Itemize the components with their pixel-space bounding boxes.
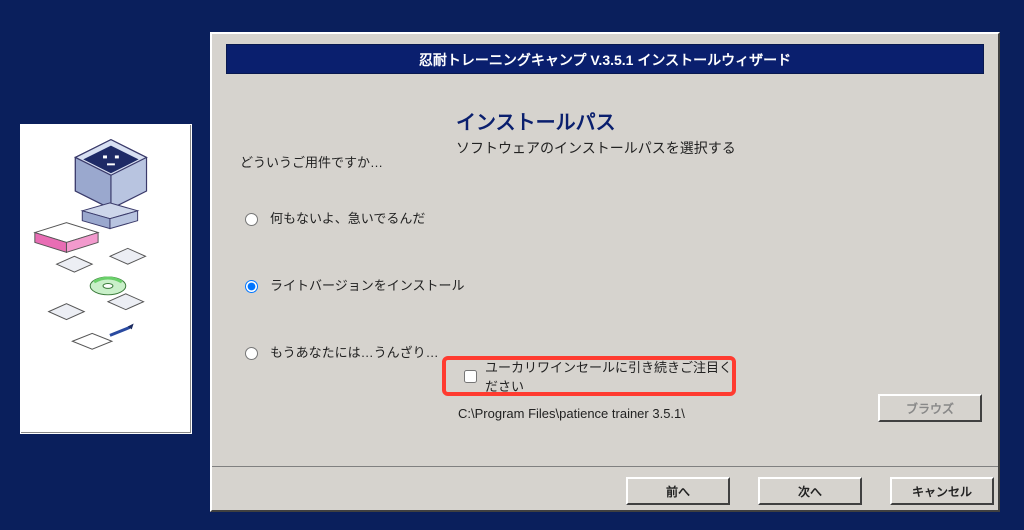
option-nothing-radio[interactable]: [245, 213, 258, 226]
sidebar-illustration: [20, 124, 192, 434]
page-subheading: ソフトウェアのインストールパスを選択する: [456, 138, 736, 158]
prompt-text: どういうご用件ですか…: [240, 152, 383, 171]
wizard-button-bar: 前へ 次へ キャンセル: [212, 466, 998, 510]
wizard-titlebar: 忍耐トレーニングキャンプ V.3.5.1 インストールウィザード: [226, 44, 984, 74]
option-lite-radio[interactable]: [245, 280, 258, 293]
option-label: 何もないよ、急いでるんだ: [270, 208, 425, 227]
browse-button: ブラウズ: [878, 394, 982, 422]
option-label: もうあなたには…うんざり…: [270, 342, 439, 361]
option-label: ライトバージョンをインストール: [270, 275, 464, 294]
wizard-content: インストールパス ソフトウェアのインストールパスを選択する どういうご用件ですか…: [226, 96, 984, 456]
install-path-text: C:\Program Files\patience trainer 3.5.1\: [458, 406, 685, 421]
highlighted-checkbox-area: ユーカリワインセールに引き続きご注目ください: [442, 356, 736, 396]
promo-checkbox-label: ユーカリワインセールに引き続きご注目ください: [485, 357, 732, 395]
promo-checkbox[interactable]: [464, 370, 477, 383]
option-lite[interactable]: ライトバージョンをインストール: [240, 275, 520, 294]
next-button[interactable]: 次へ: [758, 477, 862, 505]
option-fedup-radio[interactable]: [245, 347, 258, 360]
computer-clipart-icon: [21, 125, 191, 433]
installer-wizard-window: 忍耐トレーニングキャンプ V.3.5.1 インストールウィザード インストールパ…: [210, 32, 1000, 512]
option-nothing[interactable]: 何もないよ、急いでるんだ: [240, 208, 520, 227]
page-heading: インストールパス: [456, 106, 616, 135]
cancel-button[interactable]: キャンセル: [890, 477, 994, 505]
back-button[interactable]: 前へ: [626, 477, 730, 505]
